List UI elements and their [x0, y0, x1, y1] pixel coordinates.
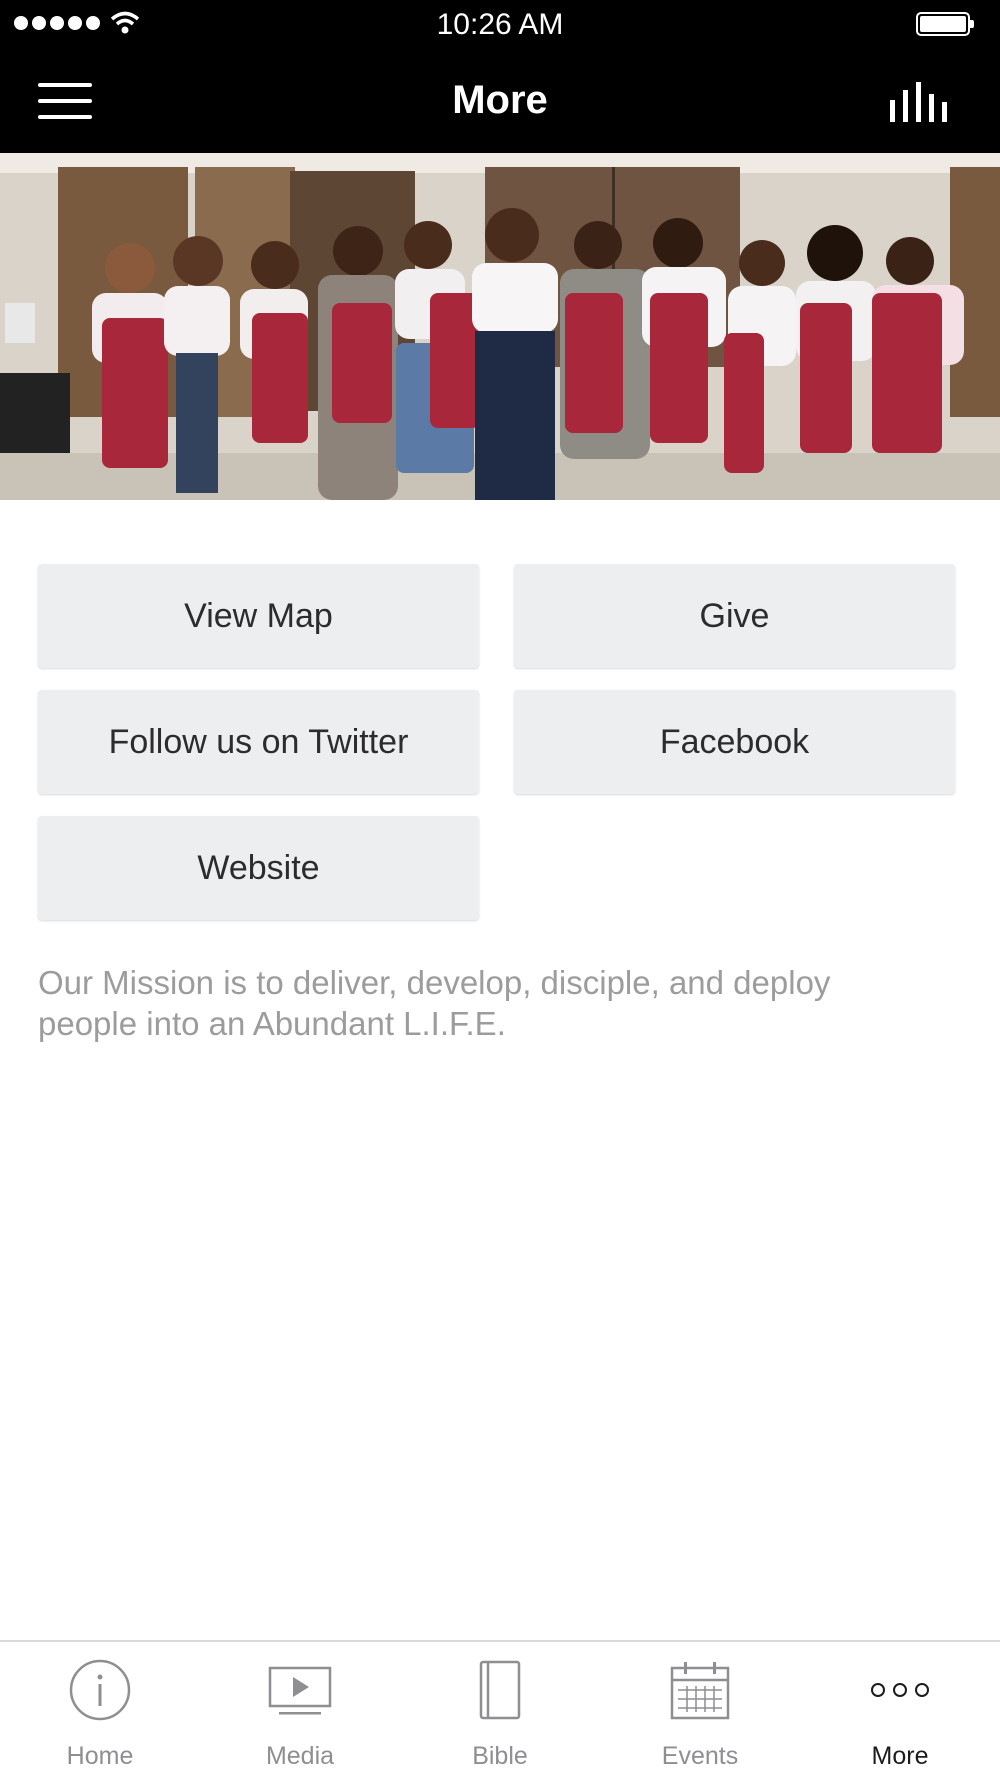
tab-events[interactable]: Events [600, 1642, 800, 1780]
website-button[interactable]: Website [38, 816, 479, 920]
info-icon [69, 1659, 131, 1721]
group-photo-image [0, 153, 1000, 500]
tab-label: Media [265, 1742, 335, 1770]
book-icon [479, 1660, 521, 1720]
tab-home[interactable]: Home [0, 1642, 200, 1780]
give-button[interactable]: Give [514, 564, 955, 668]
tab-media[interactable]: Media [200, 1642, 400, 1780]
tab-label: Bible [472, 1742, 528, 1770]
twitter-button[interactable]: Follow us on Twitter [38, 690, 479, 794]
tab-label: Events [661, 1742, 739, 1770]
tab-bar: Home Media Bible Events More [0, 1640, 1000, 1780]
audio-bars-icon[interactable] [888, 82, 948, 122]
tab-label: Home [66, 1742, 134, 1770]
tab-more[interactable]: More [800, 1642, 1000, 1780]
view-map-button[interactable]: View Map [38, 564, 479, 668]
more-dots-icon [871, 1683, 929, 1697]
status-time: 10:26 AM [436, 8, 564, 41]
battery-icon [916, 12, 974, 36]
facebook-button[interactable]: Facebook [514, 690, 955, 794]
nav-bar: More [0, 50, 1000, 153]
calendar-icon [670, 1662, 730, 1720]
tab-bible[interactable]: Bible [400, 1642, 600, 1780]
tab-label: More [871, 1742, 929, 1770]
mission-text: Our Mission is to deliver, develop, disc… [38, 964, 831, 1042]
page-title: More [452, 78, 548, 122]
play-icon [268, 1666, 332, 1715]
status-bar: 10:26 AM [0, 0, 1000, 50]
